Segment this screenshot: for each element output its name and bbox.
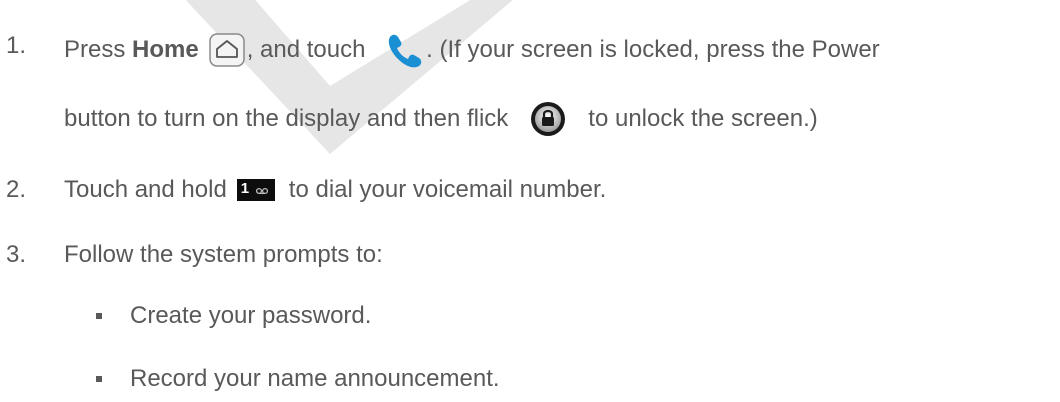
home-key-icon [208,33,245,67]
home-key-label: Home [132,36,199,63]
bullet-icon [96,313,102,319]
step-text: , and touch [246,36,373,63]
lock-icon [530,101,566,137]
bullet-text: Record your name announcement. [130,365,500,392]
step-1-line-1: Press Home , and touch . (If your screen… [64,31,880,69]
phone-icon [386,31,424,69]
step-text: Follow the system prompts to: [64,241,383,268]
step-text: Touch and hold [64,176,227,203]
step-2-line: Touch and hold 1 to dial your voicemail … [64,175,606,205]
step-text: Press [64,36,133,63]
instruction-document: 1. Press Home , and touch . (If your scr… [0,0,1060,402]
voicemail-key-icon: 1 [236,179,275,201]
step-number: 2. [6,176,27,203]
step-1-line-2: button to turn on the display and then f… [64,101,818,137]
step-number: 3. [6,241,27,268]
bullet-icon [96,376,102,382]
bullet-text: Create your password. [130,302,372,329]
voicemail-key-digit: 1 [240,180,250,197]
step-number: 1. [6,32,27,59]
step-text: button to turn on the display and then f… [64,105,509,132]
step-text: to dial your voicemail number. [288,176,607,203]
step-text: . (If your screen is locked, press the P… [426,36,880,63]
step-text: to unlock the screen.) [588,105,818,132]
